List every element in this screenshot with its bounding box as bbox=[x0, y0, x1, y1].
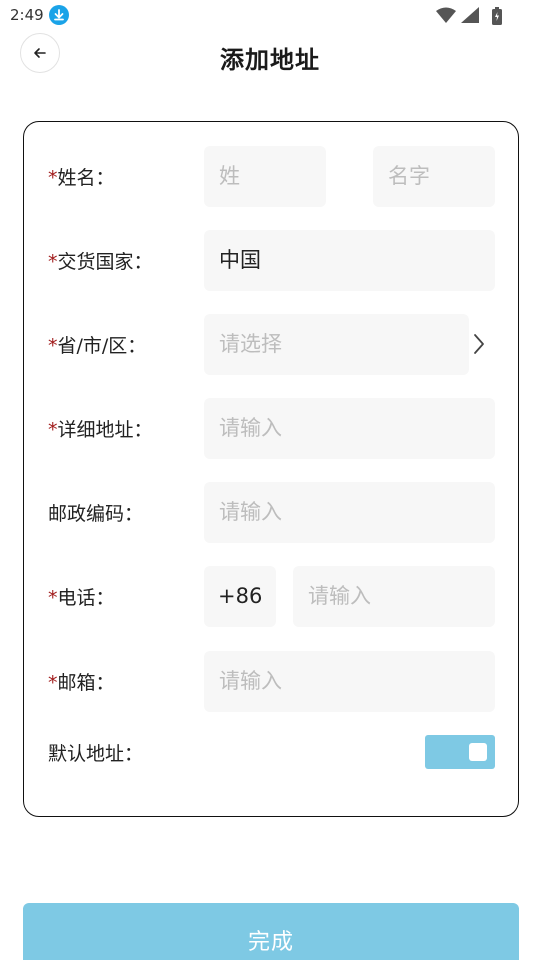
submit-button[interactable]: 完成 bbox=[23, 903, 519, 960]
country-input[interactable]: 中国 bbox=[204, 230, 495, 291]
page-title: 添加地址 bbox=[220, 46, 320, 74]
country-label: *交货国家： bbox=[48, 251, 153, 273]
region-label: *省/市/区： bbox=[48, 335, 147, 357]
required-mark: * bbox=[48, 419, 58, 441]
required-mark: * bbox=[48, 587, 58, 609]
default-address-label: 默认地址： bbox=[48, 743, 144, 765]
download-icon bbox=[49, 5, 69, 25]
email-input[interactable]: 请输入 bbox=[204, 651, 495, 712]
battery-icon bbox=[492, 7, 502, 25]
phone-label: *电话： bbox=[48, 587, 115, 609]
toggle-knob bbox=[469, 743, 487, 761]
postcode-input[interactable]: 请输入 bbox=[204, 482, 495, 543]
region-select[interactable]: 请选择 bbox=[204, 314, 469, 375]
status-time: 2:49 bbox=[10, 6, 44, 24]
country-code-select[interactable]: +86 bbox=[204, 566, 276, 627]
cellular-signal-icon bbox=[461, 7, 479, 23]
required-mark: * bbox=[48, 251, 58, 273]
chevron-right-icon[interactable] bbox=[472, 332, 486, 356]
default-address-row: 默认地址： bbox=[24, 727, 518, 777]
address-input[interactable]: 请输入 bbox=[204, 398, 495, 459]
phone-row: *电话： +86 请输入 bbox=[24, 566, 518, 628]
given-name-input[interactable]: 名字 bbox=[373, 146, 495, 207]
required-mark: * bbox=[48, 672, 58, 694]
postcode-label: 邮政编码： bbox=[48, 503, 144, 525]
phone-input[interactable]: 请输入 bbox=[293, 566, 495, 627]
surname-input[interactable]: 姓 bbox=[204, 146, 326, 207]
system-icons bbox=[436, 7, 506, 25]
address-form: *姓名： 姓 名字 *交货国家： 中国 *省/市/区： 请选择 *详细地址： 请… bbox=[23, 121, 519, 817]
name-label: *姓名： bbox=[48, 167, 115, 189]
wifi-icon bbox=[436, 7, 456, 23]
default-address-toggle[interactable] bbox=[425, 735, 495, 769]
country-row: *交货国家： 中国 bbox=[24, 230, 518, 292]
postcode-row: 邮政编码： 请输入 bbox=[24, 482, 518, 544]
email-row: *邮箱： 请输入 bbox=[24, 651, 518, 713]
address-label: *详细地址： bbox=[48, 419, 153, 441]
email-label: *邮箱： bbox=[48, 672, 115, 694]
region-row: *省/市/区： 请选择 bbox=[24, 314, 518, 376]
status-bar: 2:49 bbox=[0, 0, 540, 30]
required-mark: * bbox=[48, 167, 58, 189]
required-mark: * bbox=[48, 335, 58, 357]
address-row: *详细地址： 请输入 bbox=[24, 398, 518, 460]
name-row: *姓名： 姓 名字 bbox=[24, 146, 518, 208]
